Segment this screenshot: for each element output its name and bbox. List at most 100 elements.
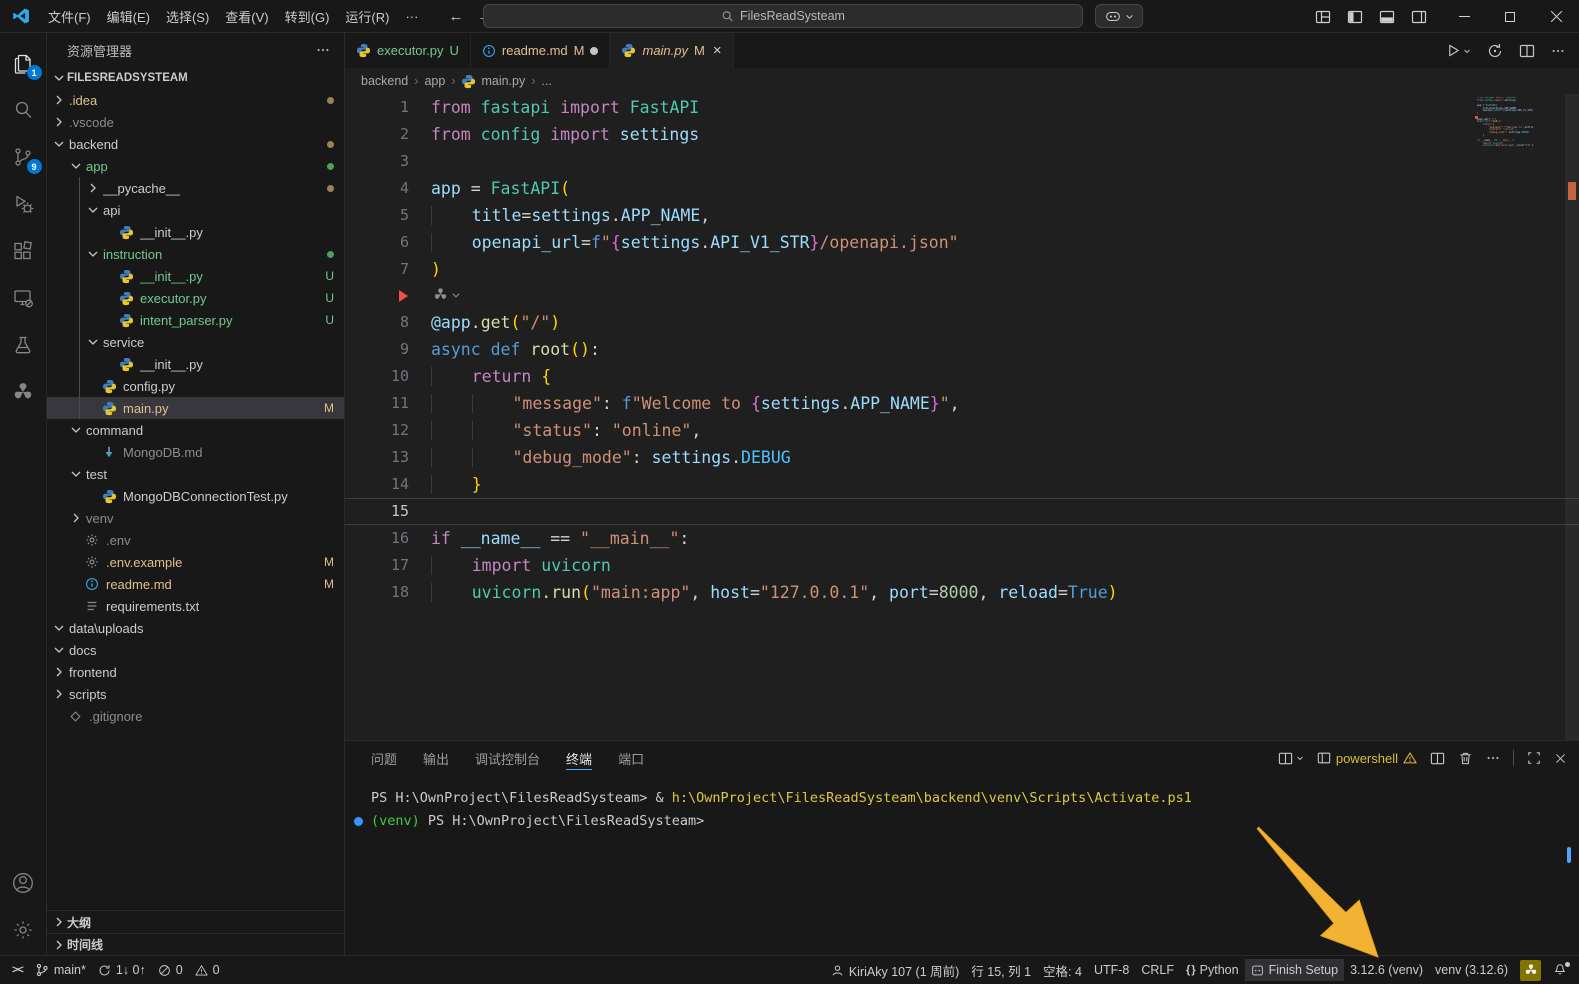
run-python-file-button[interactable] <box>1446 43 1471 58</box>
menu-item[interactable]: 编辑(E) <box>99 4 158 29</box>
settings-gear-icon[interactable] <box>0 906 47 953</box>
terminal-content[interactable]: PS H:\OwnProject\FilesReadSysteam> & h:\… <box>345 775 1579 833</box>
search-view-icon[interactable] <box>0 86 47 133</box>
tree-item[interactable]: docs <box>47 639 344 661</box>
toggle-panel-icon[interactable] <box>1379 9 1395 25</box>
command-search-input[interactable]: FilesReadSysteam <box>483 4 1083 28</box>
outline-section[interactable]: 大纲 <box>47 911 344 933</box>
tree-item[interactable]: main.pyM <box>47 397 344 419</box>
explorer-icon[interactable]: 1 <box>0 39 47 86</box>
minimize-button[interactable] <box>1441 0 1487 33</box>
close-button[interactable] <box>1533 0 1579 33</box>
breadcrumb-item[interactable]: backend <box>361 74 408 88</box>
remote-explorer-icon[interactable] <box>0 274 47 321</box>
tree-item[interactable]: MongoDB.md <box>47 441 344 463</box>
status-item-remote[interactable]: >< <box>6 959 29 981</box>
tree-item[interactable]: readme.mdM <box>47 573 344 595</box>
close-panel-icon[interactable] <box>1554 752 1567 765</box>
status-item-1-0-[interactable]: 1↓ 0↑ <box>92 959 152 981</box>
panel-tab-调试控制台[interactable]: 调试控制台 <box>475 741 540 775</box>
menu-item[interactable]: ··· <box>397 6 426 27</box>
menu-item[interactable]: 转到(G) <box>277 4 338 29</box>
tree-item[interactable]: data\uploads <box>47 617 344 639</box>
split-editor-icon[interactable] <box>1519 43 1535 59</box>
copilot-button[interactable] <box>1095 4 1143 28</box>
tree-item[interactable]: backend <box>47 133 344 155</box>
kill-terminal-icon[interactable] <box>1458 751 1473 766</box>
customize-layout-icon[interactable] <box>1315 9 1331 25</box>
panel-more-icon[interactable] <box>1486 751 1500 765</box>
back-arrow-icon[interactable]: ← <box>448 8 463 25</box>
split-terminal-icon[interactable] <box>1430 751 1445 766</box>
status-item-crlf[interactable]: CRLF <box>1135 959 1180 981</box>
tree-item[interactable]: instruction <box>47 243 344 265</box>
run-debug-icon[interactable] <box>0 180 47 227</box>
status-item-main-[interactable]: main* <box>29 959 92 981</box>
editor-scrollbar[interactable] <box>1565 94 1579 740</box>
tree-item[interactable]: command <box>47 419 344 441</box>
tree-root-folder[interactable]: FILESREADSYSTEAM <box>47 67 344 89</box>
extensions-icon[interactable] <box>0 227 47 274</box>
tree-item[interactable]: __init__.pyU <box>47 265 344 287</box>
toggle-sidebar-icon[interactable] <box>1347 9 1363 25</box>
status-item-swirl[interactable] <box>1514 959 1547 981</box>
maximize-button[interactable] <box>1487 0 1533 33</box>
status-item-venv-3-12-6-[interactable]: venv (3.12.6) <box>1429 959 1514 981</box>
tree-item[interactable]: frontend <box>47 661 344 683</box>
inline-suggestion-widget[interactable] <box>345 283 1579 309</box>
status-item-3-12-6-venv-[interactable]: 3.12.6 (venv) <box>1344 959 1429 981</box>
toggle-secondary-sidebar-icon[interactable] <box>1411 9 1427 25</box>
maximize-panel-icon[interactable] <box>1527 751 1541 765</box>
tab-main-py[interactable]: main.pyM× <box>610 33 733 68</box>
tree-item[interactable]: .idea <box>47 89 344 111</box>
explorer-more-icon[interactable] <box>316 43 330 57</box>
terminal-scrollbar[interactable] <box>1567 847 1571 863</box>
source-control-icon[interactable]: 9 <box>0 133 47 180</box>
status-item-finish-setup[interactable]: Finish Setup <box>1245 959 1344 981</box>
tree-item[interactable]: .env.exampleM <box>47 551 344 573</box>
tree-item[interactable]: config.py <box>47 375 344 397</box>
menu-item[interactable]: 选择(S) <box>158 4 217 29</box>
extension-swirl-icon[interactable] <box>433 287 461 302</box>
open-changes-icon[interactable] <box>1487 43 1503 59</box>
panel-tab-端口[interactable]: 端口 <box>618 741 644 775</box>
panel-tab-问题[interactable]: 问题 <box>371 741 397 775</box>
testing-icon[interactable] <box>0 321 47 368</box>
tree-item[interactable]: __pycache__ <box>47 177 344 199</box>
account-icon[interactable] <box>0 859 47 906</box>
menu-item[interactable]: 文件(F) <box>40 4 99 29</box>
tree-item[interactable]: scripts <box>47 683 344 705</box>
panel-tab-终端[interactable]: 终端 <box>566 741 592 775</box>
status-item--4[interactable]: 空格: 4 <box>1037 959 1088 981</box>
tree-item[interactable]: requirements.txt <box>47 595 344 617</box>
new-terminal-button[interactable] <box>1278 751 1304 766</box>
status-item-0[interactable]: 0 <box>152 959 189 981</box>
panel-tab-输出[interactable]: 输出 <box>423 741 449 775</box>
tree-item[interactable]: .env <box>47 529 344 551</box>
tree-item[interactable]: executor.pyU <box>47 287 344 309</box>
status-item-0[interactable]: 0 <box>189 959 226 981</box>
status-item-kiriaky-107-1-[interactable]: KiriAky 107 (1 周前) <box>825 959 965 981</box>
tree-item[interactable]: .gitignore <box>47 705 344 727</box>
status-item-bell[interactable] <box>1547 959 1573 981</box>
minimap[interactable]: 1from fastapi import FastAPI2from config… <box>1475 97 1533 148</box>
timeline-section[interactable]: 时间线 <box>47 933 344 955</box>
status-item-utf-8[interactable]: UTF-8 <box>1088 959 1135 981</box>
breadcrumb-item[interactable]: ... <box>541 74 551 88</box>
tab-readme-md[interactable]: readme.mdM <box>471 33 611 68</box>
tree-item[interactable]: service <box>47 331 344 353</box>
tree-item[interactable]: intent_parser.pyU <box>47 309 344 331</box>
tree-item[interactable]: app <box>47 155 344 177</box>
tree-item[interactable]: test <box>47 463 344 485</box>
tree-item[interactable]: venv <box>47 507 344 529</box>
tab-close-icon[interactable]: × <box>713 43 722 58</box>
dirty-dot[interactable] <box>590 47 598 55</box>
tab-executor-py[interactable]: executor.pyU <box>345 33 471 68</box>
tree-item[interactable]: api <box>47 199 344 221</box>
tree-item[interactable]: .vscode <box>47 111 344 133</box>
breadcrumb-item[interactable]: app <box>424 74 445 88</box>
menu-item[interactable]: 运行(R) <box>337 4 397 29</box>
terminal-instance-item[interactable]: powershell <box>1317 751 1417 766</box>
breadcrumb-item[interactable]: main.py <box>461 74 525 89</box>
tree-item[interactable]: __init__.py <box>47 221 344 243</box>
